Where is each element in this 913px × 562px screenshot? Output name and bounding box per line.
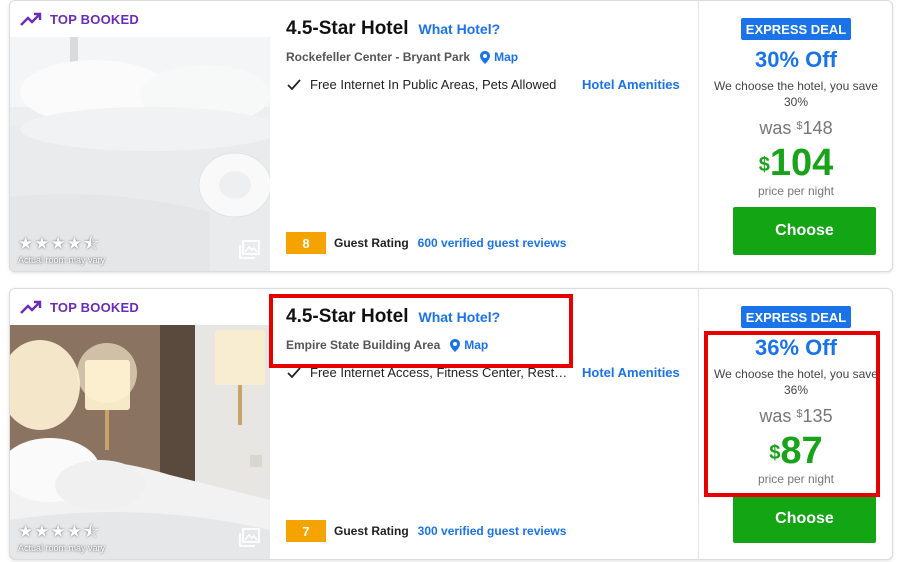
hotel-area: Rockefeller Center - Bryant Park (286, 50, 471, 64)
guest-rating-label: Guest Rating (334, 236, 409, 250)
amenities-summary: Free Internet In Public Areas, Pets Allo… (310, 77, 557, 92)
top-booked-badge: TOP BOOKED (10, 1, 270, 37)
express-deal-badge: EXPRESS DEAL (741, 18, 851, 40)
hotel-photo[interactable]: ★ ★ ★ ★ ⯪ Actual room may vary (10, 325, 270, 559)
price-per-night-label: price per night (757, 184, 835, 198)
hotel-listing-card[interactable]: TOP BOOKED ★ ★ ★ ★ ⯪ Actual room may var… (9, 0, 893, 272)
image-gallery-icon[interactable] (239, 240, 260, 259)
star-icon: ★ (50, 234, 66, 253)
map-label: Map (494, 50, 519, 64)
room-disclaimer: Actual room may vary (18, 255, 106, 265)
star-rating: ★ ★ ★ ★ ⯪ (18, 235, 99, 252)
top-booked-label: TOP BOOKED (50, 299, 139, 315)
title-highlight-box (269, 294, 573, 368)
hotel-amenities-link[interactable]: Hotel Amenities (582, 77, 680, 92)
star-icon: ★ (66, 522, 82, 541)
half-star-icon: ⯪ (83, 522, 100, 541)
room-disclaimer: Actual room may vary (18, 543, 106, 553)
map-link[interactable]: Map (480, 50, 518, 64)
guest-rating-score: 8 (286, 232, 326, 254)
check-icon (287, 78, 301, 90)
map-pin-icon (480, 50, 491, 64)
hotel-amenities-link[interactable]: Hotel Amenities (582, 365, 680, 380)
image-gallery-icon[interactable] (239, 528, 260, 547)
star-icon: ★ (34, 234, 50, 253)
star-icon: ★ (66, 234, 82, 253)
star-icon: ★ (50, 522, 66, 541)
star-icon: ★ (34, 522, 50, 541)
discount-text: 30% Off (755, 47, 837, 72)
choose-button[interactable]: Choose (733, 207, 876, 255)
price-highlight-box (704, 331, 880, 497)
half-star-icon: ⯪ (83, 234, 100, 253)
guest-rating-label: Guest Rating (334, 524, 409, 538)
top-booked-label: TOP BOOKED (50, 11, 139, 27)
original-price: was $148 (759, 118, 833, 138)
guest-reviews-link[interactable]: 600 verified guest reviews (418, 236, 567, 250)
hotel-title[interactable]: 4.5-Star Hotel (286, 18, 408, 40)
hotel-info: 4.5-Star Hotel What Hotel? Rockefeller C… (286, 1, 696, 271)
price-panel: EXPRESS DEAL 30% Off We choose the hotel… (698, 1, 892, 271)
star-icon: ★ (18, 234, 34, 253)
star-rating: ★ ★ ★ ★ ⯪ (18, 523, 99, 540)
guest-reviews-link[interactable]: 300 verified guest reviews (418, 524, 567, 538)
hotel-photo[interactable]: ★ ★ ★ ★ ⯪ Actual room may vary (10, 37, 270, 271)
star-icon: ★ (18, 522, 34, 541)
savings-note: We choose the hotel, you save 30% (714, 79, 878, 109)
deal-price: $104 (758, 142, 834, 184)
what-hotel-link[interactable]: What Hotel? (418, 21, 500, 37)
trending-up-icon (20, 12, 42, 26)
guest-rating-score: 7 (286, 520, 326, 542)
choose-button[interactable]: Choose (733, 495, 876, 543)
express-deal-badge: EXPRESS DEAL (741, 306, 851, 328)
top-booked-badge: TOP BOOKED (10, 289, 270, 325)
trending-up-icon (20, 300, 42, 314)
